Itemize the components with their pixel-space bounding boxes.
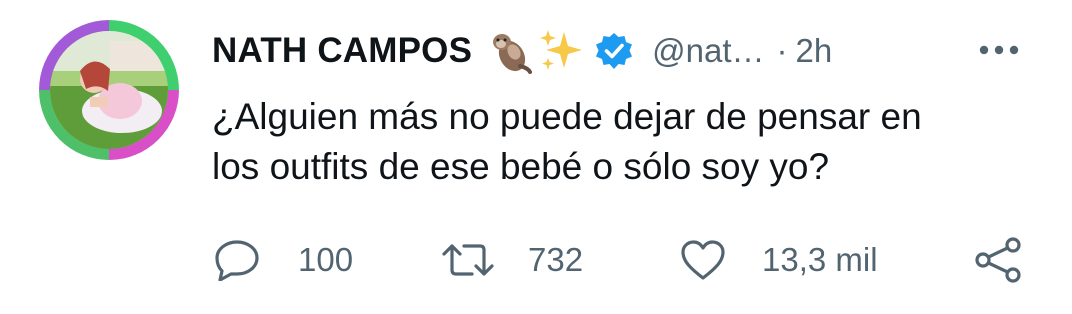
tweet-timestamp[interactable]: 2h [796,32,833,70]
tweet-text: ¿Alguien más no puede dejar de pensar en… [212,92,1032,192]
tweet-text-line: ¿Alguien más no puede dejar de pensar en [212,96,922,137]
reply-icon [215,240,259,281]
tweet-text-line: los outfits de ese bebé o sólo soy yo? [212,146,830,187]
reply-count: 100 [298,241,354,278]
reply-button[interactable]: 100 [214,230,353,290]
display-name[interactable]: NATH CAMPOS [212,31,472,71]
separator-dot: · [776,32,788,69]
sparkles-emoji-icon [540,30,583,70]
like-button[interactable]: 13,3 mil [680,230,878,290]
user-handle[interactable]: @nat… [652,32,764,70]
more-options-icon[interactable] [978,40,1020,60]
share-icon [975,237,1021,283]
avatar-ring[interactable] [39,20,179,160]
retweet-icon [442,244,494,276]
avatar[interactable] [50,31,168,149]
tweet-actions: 100 732 13,3 mil [0,230,1072,290]
heart-icon [681,240,725,280]
retweet-count: 732 [528,241,584,278]
share-button[interactable] [974,230,1022,290]
otter-emoji-icon [493,34,533,74]
verified-badge-icon [596,33,633,69]
like-count: 13,3 mil [762,241,878,278]
retweet-button[interactable]: 732 [442,230,583,290]
tweet-header: NATH CAMPOS @nat… · 2h [212,26,832,76]
avatar-photo [50,31,168,149]
